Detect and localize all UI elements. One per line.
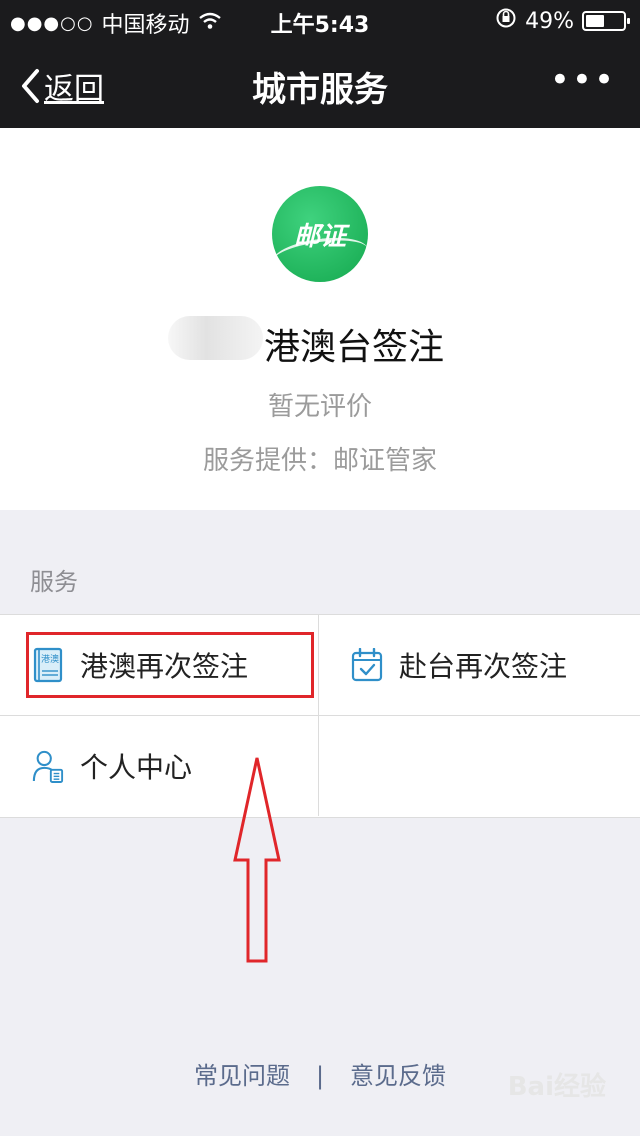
battery-percent: 49% [525,8,574,34]
hk-macau-permit-icon: 港澳 [32,647,64,683]
provider-text: 服务提供：邮证管家 [202,446,437,476]
blurred-city-name [168,316,263,360]
footer-separator: | [315,1062,325,1090]
service-hk-macau-reendorse[interactable]: 港澳 港澳再次签注 [0,615,318,715]
battery-icon [582,11,630,31]
service-label: 港澳再次签注 [80,650,249,683]
calendar-check-icon [351,647,383,683]
rating-text: 暂无评价 [267,392,372,422]
rotation-lock-icon [495,7,517,35]
service-logo: 邮证 [272,186,368,282]
navigation-bar: 返回 城市服务 ••• [0,40,640,128]
service-label: 个人中心 [80,751,193,784]
svg-text:港澳: 港澳 [41,653,59,665]
service-name: 港澳台签注 [264,327,445,368]
empty-cell [318,716,637,816]
service-label: 赴台再次签注 [399,650,568,683]
services-section-label: 服务 [30,568,78,596]
service-taiwan-reendorse[interactable]: 赴台再次签注 [318,615,637,715]
service-profile: 邮证 港澳台签注 暂无评价 服务提供：邮证管家 [0,128,640,510]
more-menu-button[interactable]: ••• [550,63,616,97]
status-right: 49% [495,7,630,35]
service-personal-center[interactable]: 个人中心 [0,716,318,816]
feedback-link[interactable]: 意见反馈 [350,1062,446,1090]
page-title: 城市服务 [252,70,388,110]
faq-link[interactable]: 常见问题 [194,1062,290,1090]
status-bar: ●●●○○ 中国移动 上午5:43 49% [0,0,640,40]
user-profile-icon [32,748,64,784]
services-grid: 港澳 港澳再次签注 赴台再次签注 个人中心 [0,614,640,818]
watermark-logo: Bai经验 [507,1072,606,1102]
